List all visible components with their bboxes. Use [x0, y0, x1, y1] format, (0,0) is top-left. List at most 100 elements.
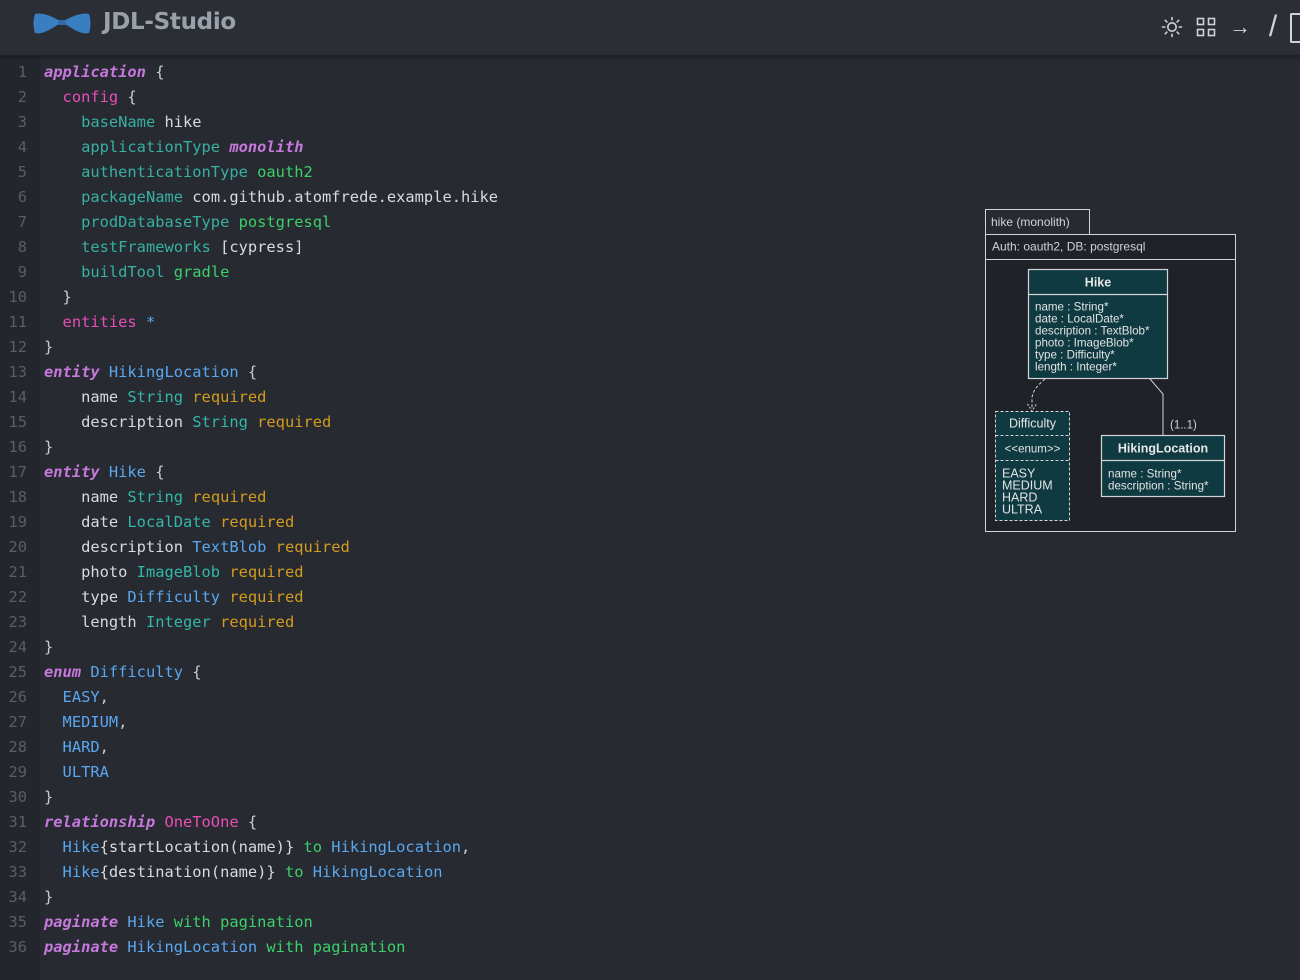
code-line[interactable]: 3 baseName hike [0, 110, 960, 135]
line-number: 7 [17, 213, 27, 231]
code-token: required [210, 613, 295, 631]
code-editor[interactable]: 1 application {2 config {3 baseName hike 4… [0, 60, 960, 960]
code-line[interactable]: 12} [0, 335, 960, 360]
hike-entity-title: Hike [1085, 276, 1111, 290]
code-token: } [44, 338, 54, 356]
code-line[interactable]: 21 photo ImageBlob required [0, 560, 960, 585]
code-token: description [44, 413, 193, 431]
code-token: HARD [62, 738, 100, 756]
code-token: HikingLocation [303, 863, 443, 881]
line-number: 21 [8, 563, 27, 581]
code-token: String [127, 388, 184, 406]
line-number: 33 [8, 863, 27, 881]
difficulty-value: ULTRA [1002, 503, 1043, 517]
code-text: paginate HikingLocation with pagination [44, 935, 405, 960]
code-line[interactable]: 15 description String required [0, 410, 960, 435]
code-line[interactable]: 4 applicationType monolith [0, 135, 960, 160]
code-line[interactable]: 27 MEDIUM, [0, 710, 960, 735]
code-token: HikingLocation [322, 838, 462, 856]
code-line[interactable]: 17 entity Hike { [0, 460, 960, 485]
line-number: 15 [8, 413, 27, 431]
code-line[interactable]: 22 type Difficulty required [0, 585, 960, 610]
code-line[interactable]: 26 EASY, [0, 685, 960, 710]
code-text: HARD, [44, 735, 109, 760]
code-token: packageName [81, 188, 184, 206]
entity-diagram: hike (monolith) Auth: oauth2, DB: postgr… [985, 209, 1236, 532]
code-line[interactable]: 35 paginate Hike with pagination [0, 910, 960, 935]
code-line[interactable]: 8 testFrameworks [cypress] [0, 235, 960, 260]
code-line[interactable]: 11 entities * [0, 310, 960, 335]
code-text: Hike{startLocation(name)} to HikingLocat… [44, 835, 471, 860]
code-token: Difficulty [127, 588, 221, 606]
code-line[interactable]: 2 config { [0, 85, 960, 110]
code-token: EASY [62, 688, 100, 706]
code-token: type [44, 588, 128, 606]
code-line[interactable]: 29 ULTRA [0, 760, 960, 785]
hike-field: length : Integer* [1035, 361, 1117, 374]
code-line[interactable]: 16} [0, 435, 960, 460]
logo-icon [33, 13, 91, 34]
line-number: 3 [17, 113, 27, 131]
code-line[interactable]: 14 name String required [0, 385, 960, 410]
line-number: 11 [8, 313, 27, 331]
grid-icon[interactable] [1191, 11, 1221, 43]
code-line[interactable]: 30} [0, 785, 960, 810]
code-token: , [461, 838, 471, 856]
code-line[interactable]: 20 description TextBlob required [0, 535, 960, 560]
code-token: description [44, 538, 193, 556]
line-number: 4 [17, 138, 27, 156]
code-line[interactable]: 10 } [0, 285, 960, 310]
code-line[interactable]: 18 name String required [0, 485, 960, 510]
code-token: { [145, 463, 165, 481]
code-line[interactable]: 1 application { [0, 60, 960, 85]
code-token: config [62, 88, 119, 106]
line-number: 6 [17, 188, 27, 206]
code-line[interactable]: 9 buildTool gradle [0, 260, 960, 285]
code-line[interactable]: 36 paginate HikingLocation with paginatio… [0, 935, 960, 960]
code-text: Hike{destination(name)} to HikingLocatio… [44, 860, 443, 885]
code-token: relationship [44, 813, 156, 831]
code-line[interactable]: 25 enum Difficulty { [0, 660, 960, 685]
line-number: 1 [17, 63, 27, 81]
code-token: name [44, 488, 128, 506]
top-bar: JDL-Studio → / [0, 0, 1300, 56]
code-line[interactable]: 7 prodDatabaseType postgresql [0, 210, 960, 235]
code-line[interactable]: 31 relationship OneToOne { [0, 810, 960, 835]
code-token: ImageBlob [136, 563, 221, 581]
sun-icon[interactable] [1157, 11, 1187, 43]
arrow-right-icon[interactable]: → [1225, 11, 1255, 43]
code-line[interactable]: 24} [0, 635, 960, 660]
code-line[interactable]: 5 authenticationType oauth2 [0, 160, 960, 185]
code-token: entities [62, 313, 137, 331]
code-token: paginate [44, 938, 119, 956]
code-token: } [44, 438, 54, 456]
panel-toggle-icon[interactable] [1290, 13, 1300, 43]
code-line[interactable]: 34} [0, 885, 960, 910]
code-token: photo [44, 563, 137, 581]
app-title: JDL-Studio [103, 9, 236, 35]
arrow-right-glyph: → [1229, 14, 1251, 39]
code-token: , [99, 688, 109, 706]
code-line[interactable]: 33 Hike{destination(name)} to HikingLoca… [0, 860, 960, 885]
code-line[interactable]: 13 entity HikingLocation { [0, 360, 960, 385]
code-token: testFrameworks [81, 238, 211, 256]
line-number: 14 [8, 388, 27, 406]
code-line[interactable]: 28 HARD, [0, 735, 960, 760]
line-number: 24 [8, 638, 27, 656]
code-token: Hike [99, 463, 146, 481]
code-text: baseName hike [44, 110, 201, 135]
line-number: 2 [17, 88, 27, 106]
code-line[interactable]: 23 length Integer required [0, 610, 960, 635]
code-line[interactable]: 6 packageName com.github.atomfrede.examp… [0, 185, 960, 210]
code-token: authenticationType [81, 163, 248, 181]
code-line[interactable]: 32 Hike{startLocation(name)} to HikingLo… [0, 835, 960, 860]
code-text: application { [44, 60, 164, 85]
slash-icon[interactable]: / [1258, 10, 1288, 43]
code-token: } [44, 788, 54, 806]
code-text: authenticationType oauth2 [44, 160, 313, 185]
code-text: } [44, 335, 53, 360]
code-line[interactable]: 19 date LocalDate required [0, 510, 960, 535]
